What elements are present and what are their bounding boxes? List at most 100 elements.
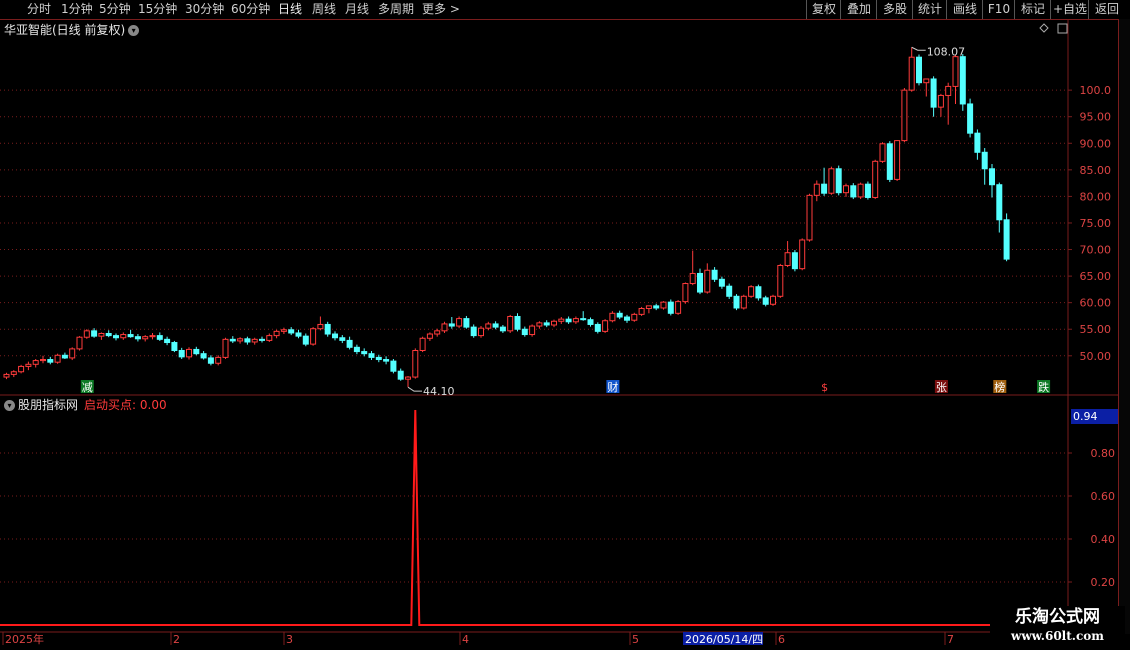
candle-body (682, 283, 689, 303)
candle-body (507, 315, 514, 332)
stock-title: 华亚智能(日线 前复权) (4, 23, 126, 37)
chevron-down-icon[interactable]: ▾ (128, 25, 140, 36)
candle-body (901, 89, 908, 142)
price-tick-label: 100.0 (1080, 84, 1112, 97)
event-marker: $ (821, 381, 828, 394)
price-tick-label: 90.00 (1080, 137, 1112, 150)
candle-body (375, 356, 382, 361)
x-axis-label: 2 (173, 633, 180, 646)
candle-body (551, 320, 557, 326)
candle-body (361, 351, 368, 355)
candle-body (667, 301, 674, 314)
candle-body (61, 354, 68, 359)
x-axis-label: 2025年 (5, 632, 44, 646)
candle-body (1003, 219, 1010, 260)
price-tick-label: 75.00 (1080, 217, 1112, 230)
candle-body (251, 338, 258, 343)
candle-body (879, 143, 886, 162)
candle-body (339, 337, 346, 341)
candle-body (645, 305, 652, 310)
candle-body (470, 326, 477, 337)
price-tick-label: 80.00 (1080, 190, 1112, 203)
candle-body (675, 301, 682, 314)
price-tick-label: 70.00 (1080, 244, 1112, 257)
watermark-line2: www.60lt.com (1011, 629, 1104, 643)
candle-body (47, 359, 54, 363)
candle-body (397, 370, 404, 380)
candle-body (799, 239, 806, 270)
event-marker: 财 (607, 380, 618, 394)
candle-body (171, 342, 178, 351)
candle-body (426, 333, 433, 339)
candle-body (609, 312, 616, 322)
indicator-label: 启动买点: 0.00 (84, 398, 167, 412)
candle-body (616, 312, 623, 318)
candle-body (499, 326, 506, 332)
candle-body (222, 338, 229, 358)
candle-body (857, 183, 864, 198)
candle-body (843, 185, 849, 194)
candle-body (974, 132, 981, 153)
candle-body (142, 336, 149, 340)
price-tick-label: 65.00 (1080, 270, 1112, 283)
high-pointer (911, 46, 926, 51)
candle-body (3, 373, 10, 378)
candle-body (324, 323, 331, 335)
candle-body (463, 318, 470, 328)
diamond-icon (1039, 23, 1049, 33)
low-price-label: 44.10 (423, 385, 455, 398)
candle-body (310, 328, 317, 345)
sub-tick-label: 0.80 (1091, 447, 1116, 460)
candle-body (755, 286, 762, 299)
candle-body (178, 349, 185, 358)
candle-body (113, 335, 119, 339)
candle-body (770, 295, 776, 305)
candle-body (996, 184, 1003, 221)
candle-body (945, 85, 952, 96)
candle-body (624, 316, 630, 321)
candle-body (791, 252, 798, 270)
price-tick-label: 60.00 (1080, 297, 1112, 310)
candle-body (908, 56, 915, 91)
candle-body (266, 335, 273, 341)
candle-body (631, 313, 638, 321)
candle-body (54, 354, 61, 363)
candle-body (200, 353, 207, 359)
candle-body (478, 327, 484, 337)
candle-body (134, 336, 141, 340)
candle-body (638, 308, 645, 315)
sub-chart-name: 股朋指标网 (18, 398, 79, 412)
candle-body (937, 94, 944, 108)
candle-body (959, 56, 966, 105)
right-side-panel[interactable] (1118, 19, 1130, 634)
candle-body (317, 323, 324, 330)
candle-body (543, 322, 550, 326)
candle-body (419, 337, 426, 351)
candle-body (288, 329, 295, 334)
event-marker: 减 (82, 381, 93, 394)
candle-body (850, 185, 857, 198)
indicator-line (0, 409, 1036, 626)
chevron-down-icon[interactable]: ▾ (4, 400, 15, 411)
candle-body (156, 335, 163, 340)
candle-body (653, 305, 660, 309)
candle-body (587, 319, 594, 325)
candle-body (572, 318, 579, 323)
candle-body (441, 323, 448, 332)
low-pointer (407, 386, 422, 392)
candle-body (558, 318, 565, 322)
event-marker: 张 (936, 381, 947, 394)
candle-body (193, 348, 200, 355)
candle-body (930, 78, 937, 108)
candle-body (602, 320, 609, 332)
candle-body (894, 140, 901, 180)
candle-body (704, 269, 711, 293)
candle-body (821, 183, 828, 194)
main-chart-header: 华亚智能(日线 前复权) ▾ (4, 21, 140, 38)
candle-body (259, 338, 265, 341)
candle-body (864, 183, 871, 198)
candle-body (10, 371, 17, 375)
candle-body (346, 339, 353, 348)
candle-body (390, 360, 397, 372)
candle-body (835, 168, 842, 194)
